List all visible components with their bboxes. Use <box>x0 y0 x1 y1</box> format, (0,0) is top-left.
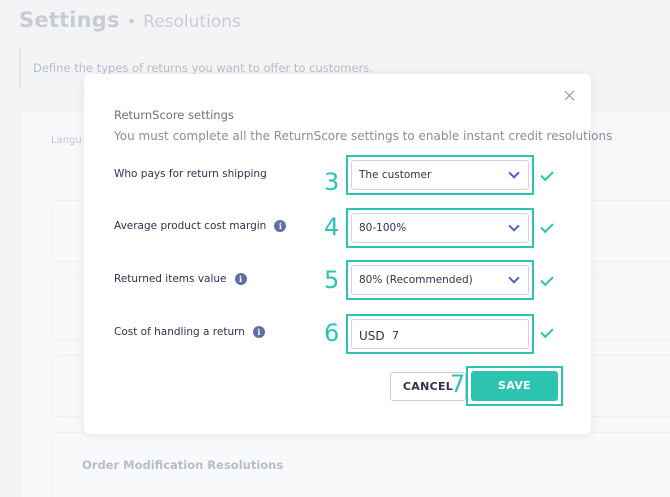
page-title-main: Settings <box>19 8 120 32</box>
shipping-payer-highlight: The customer <box>346 155 534 195</box>
input-value: 7 <box>392 329 399 342</box>
shipping-payer-label: Who pays for return shipping <box>114 168 267 180</box>
check-icon <box>540 167 554 182</box>
handling-cost-input[interactable]: USD 7 <box>351 319 529 349</box>
cost-margin-label: Average product cost margin i <box>114 220 287 232</box>
field-label: Returned items value <box>114 273 227 285</box>
title-separator: • <box>126 12 137 31</box>
handling-cost-highlight: USD 7 <box>346 314 534 354</box>
modal-subtitle: You must complete all the ReturnScore se… <box>114 129 613 143</box>
field-label: Who pays for return shipping <box>114 168 267 180</box>
cost-margin-select[interactable]: 80-100% <box>351 213 529 243</box>
save-button[interactable]: SAVE <box>471 371 558 401</box>
check-icon <box>540 272 554 287</box>
currency-label: USD <box>359 329 385 343</box>
shipping-payer-select[interactable]: The customer <box>351 160 529 190</box>
info-icon[interactable]: i <box>274 220 287 232</box>
check-icon <box>540 219 554 234</box>
modal-title: ReturnScore settings <box>114 108 234 122</box>
field-label: Cost of handling a return <box>114 326 245 338</box>
returnscore-settings-modal: ReturnScore settings You must complete a… <box>84 74 612 434</box>
cost-margin-highlight: 80-100% <box>346 208 534 248</box>
chevron-down-icon <box>508 272 520 284</box>
select-value: The customer <box>359 169 432 181</box>
select-value: 80% (Recommended) <box>359 274 473 286</box>
returned-value-label: Returned items value i <box>114 273 247 285</box>
step-number: 4 <box>324 213 340 241</box>
step-number: 3 <box>324 168 340 196</box>
check-icon <box>540 324 554 339</box>
language-label: Langu <box>51 135 82 146</box>
page-title: Settings • Resolutions <box>19 8 241 32</box>
handling-cost-label: Cost of handling a return i <box>114 326 265 338</box>
close-icon[interactable] <box>563 89 577 103</box>
step-number: 7 <box>450 370 466 398</box>
step-number: 6 <box>324 319 340 347</box>
chevron-down-icon <box>508 167 520 179</box>
info-icon[interactable]: i <box>234 273 247 285</box>
order-modification-heading: Order Modification Resolutions <box>82 458 284 472</box>
page-title-sub: Resolutions <box>143 12 241 32</box>
chevron-down-icon <box>508 220 520 232</box>
info-icon[interactable]: i <box>252 326 265 338</box>
select-value: 80-100% <box>359 222 407 234</box>
returned-value-select[interactable]: 80% (Recommended) <box>351 265 529 295</box>
save-highlight: SAVE <box>466 366 563 406</box>
field-label: Average product cost margin <box>114 220 267 232</box>
step-number: 5 <box>324 266 340 294</box>
returned-value-highlight: 80% (Recommended) <box>346 260 534 300</box>
